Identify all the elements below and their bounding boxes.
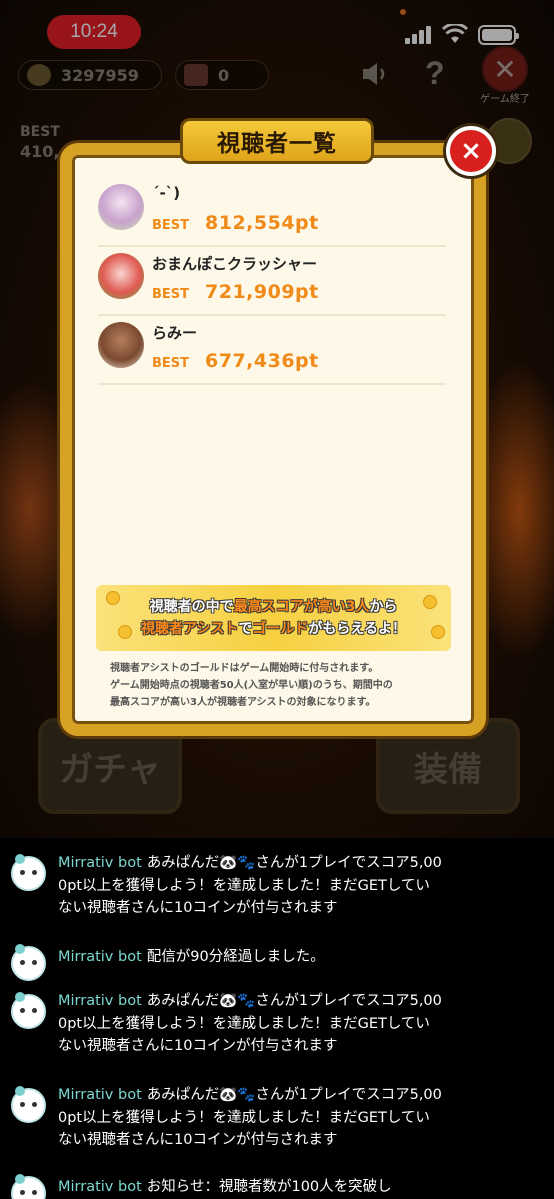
best-score: 677,436pt — [205, 350, 319, 372]
banner-line-2: 視聴者アシストでゴールドがもらえるよ！ — [141, 618, 406, 640]
avatar — [11, 1086, 46, 1123]
chat-author: Mirrativ bot — [58, 949, 142, 965]
viewer-row: ´-`) BEST 812,554pt — [98, 178, 446, 247]
avatar — [11, 992, 46, 1029]
banner-text: 視聴者の中で — [149, 599, 234, 615]
coin-icon — [431, 625, 445, 639]
chat-message-text: Mirrativ bot 配信が90分経過しました。 — [58, 946, 442, 969]
note-line: 最高スコアが高い3人が視聴者アシストの対象になります。 — [110, 697, 376, 708]
viewer-assist-banner: 視聴者の中で最高スコアが高い3人から 視聴者アシストでゴールドがもらえるよ！ — [96, 585, 451, 651]
viewer-list: ´-`) BEST 812,554pt おまんぽこクラッシャー BEST 721… — [98, 178, 446, 385]
coin-icon — [106, 591, 120, 605]
chat-message-text: Mirrativ bot あみぱんだ🐼🐾さんが1プレイでスコア5,000pt以上を… — [58, 852, 442, 920]
best-label: BEST — [152, 356, 190, 371]
assist-note: 視聴者アシストのゴールドはゲーム開始時に付与されます。 ゲーム開始時点の視聴者5… — [110, 660, 440, 711]
banner-highlight: ゴールド — [252, 621, 309, 637]
banner-text: から — [369, 599, 398, 615]
viewer-name: らみー — [152, 324, 198, 342]
chat-author: Mirrativ bot — [58, 993, 142, 1009]
chat-message-text: Mirrativ bot あみぱんだ🐼🐾さんが1プレイでスコア5,000pt以上を… — [58, 990, 442, 1058]
best-label: BEST — [152, 287, 190, 302]
chat-message-text: Mirrativ bot お知らせ：視聴者数が100人を突破し — [58, 1176, 442, 1199]
chat-panel[interactable]: Mirrativ bot あみぱんだ🐼🐾さんが1プレイでスコア5,000pt以上を… — [0, 838, 554, 1199]
avatar — [98, 322, 144, 368]
chat-body: お知らせ：視聴者数が100人を突破し — [146, 1179, 392, 1195]
coin-icon — [423, 595, 437, 609]
best-score: 812,554pt — [205, 212, 319, 234]
coin-icon — [118, 625, 132, 639]
chat-author: Mirrativ bot — [58, 1087, 142, 1103]
banner-text: で — [238, 621, 253, 637]
best-label: BEST — [152, 218, 190, 233]
chat-author: Mirrativ bot — [58, 1179, 142, 1195]
viewer-row: らみー BEST 677,436pt — [98, 316, 446, 385]
viewer-name: おまんぽこクラッシャー — [152, 255, 318, 273]
avatar — [11, 854, 46, 891]
close-dialog-button[interactable]: × — [446, 126, 496, 176]
best-score: 721,909pt — [205, 281, 319, 303]
avatar — [98, 253, 144, 299]
dialog-title: 視聴者一覧 — [180, 118, 374, 164]
viewer-row: おまんぽこクラッシャー BEST 721,909pt — [98, 247, 446, 316]
chat-message-text: Mirrativ bot あみぱんだ🐼🐾さんが1プレイでスコア5,000pt以上を… — [58, 1084, 442, 1152]
note-line: 視聴者アシストのゴールドはゲーム開始時に付与されます。 — [110, 663, 379, 674]
close-icon: × — [460, 136, 482, 166]
note-line: ゲーム開始時点の視聴者50人(入室が早い順)のうち、期間中の — [110, 680, 393, 691]
banner-line-1: 視聴者の中で最高スコアが高い3人から — [150, 596, 398, 618]
banner-highlight: 最高スコアが高い3人 — [233, 599, 370, 615]
chat-author: Mirrativ bot — [58, 855, 142, 871]
avatar — [11, 944, 46, 981]
avatar — [11, 1174, 46, 1199]
avatar — [98, 184, 144, 230]
viewer-name: ´-`) — [152, 184, 181, 202]
chat-body: 配信が90分経過しました。 — [146, 949, 325, 965]
banner-text: がもらえるよ！ — [308, 621, 407, 637]
banner-highlight: 視聴者アシスト — [140, 621, 239, 637]
